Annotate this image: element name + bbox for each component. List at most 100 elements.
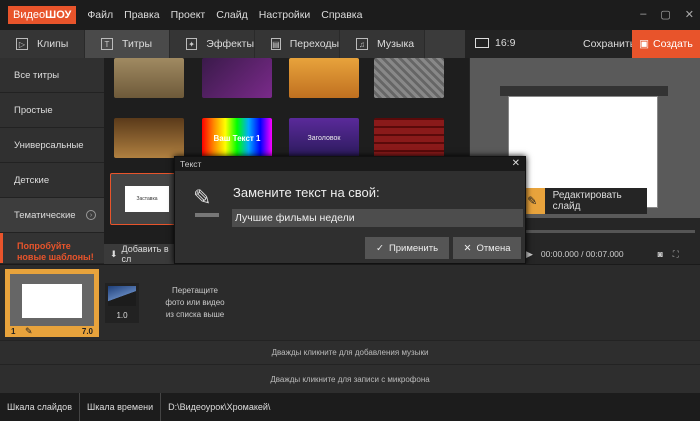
projector-screen-bar [500,86,668,96]
template-thumbnail[interactable] [202,58,272,98]
category-thematic[interactable]: Тематические › [0,198,104,233]
cancel-button[interactable]: ✕ Отмена [453,237,521,259]
top-right-panel: 16:9 Сохранить ▣ Создать [465,30,700,58]
arrow-down-icon: ⬇ [110,248,118,259]
template-thumbnail[interactable]: Заголовок [289,118,359,158]
thumbnail-caption: Заголовок [307,134,341,142]
apply-button[interactable]: ✓ Применить [365,237,449,259]
tab-label: Титры [122,38,153,50]
promo-new-templates[interactable]: Попробуйте новые шаблоны! [0,233,104,263]
drop-hint: Перетащите фото или видео из списка выше [150,285,240,321]
slide-strip: 1 ✎ 7.0 1.0 Перетащите фото или видео из… [0,264,700,340]
close-icon[interactable]: ✕ [685,8,694,21]
chevron-right-icon: › [86,210,96,220]
create-button[interactable]: ▣ Создать [632,30,700,58]
logo-text-a: Видео [13,9,46,21]
status-bar: Шкала слайдов Шкала времени D:\Видеоурок… [0,393,700,421]
dialog-close-icon[interactable]: ✕ [512,158,520,169]
dialog-title: Текст [175,157,525,171]
menu-slide[interactable]: Слайд [216,9,248,21]
mic-track-hint: Дважды кликните для записи с микрофона [270,374,430,384]
template-thumbnail[interactable] [114,118,184,158]
fullscreen-icon[interactable]: ⛶ [673,249,679,260]
maximize-icon[interactable]: ▢ [660,8,670,21]
category-simple[interactable]: Простые [0,93,104,128]
slide-thumbnail [10,274,94,326]
music-track[interactable]: Дважды кликните для добавления музыки [0,340,700,364]
transition-card[interactable]: 1.0 [105,283,139,323]
template-thumbnail[interactable] [374,58,444,98]
thumbnail-caption: Заставка [125,186,169,212]
app-logo: ВидеоШОУ [8,6,77,24]
thumbnail-caption: Ваш Текст 1 [213,133,261,143]
cancel-label: Отмена [476,242,511,254]
transitions-icon: ▤ [271,38,281,50]
create-label: Создать [653,38,693,50]
tab-transitions[interactable]: ▤ Переходы [255,30,340,58]
tab-effects[interactable]: ✦ Эффекты [170,30,255,58]
menu-help[interactable]: Справка [321,9,362,21]
title-text-input[interactable] [232,209,523,227]
pencil-icon[interactable]: ✎ [25,326,33,337]
tab-bar: ▷ Клипы T Титры ✦ Эффекты ▤ Переходы ♫ Музыка [0,30,465,58]
menu-settings[interactable]: Настройки [259,9,311,21]
template-thumbnail[interactable] [114,58,184,98]
category-list: Все титры Простые Универсальные Детские … [0,58,104,263]
menu-file[interactable]: Файл [87,9,113,21]
play-icon[interactable]: ▶ [526,249,533,260]
promo-line: новые шаблоны! [17,252,94,262]
aspect-ratio-label: 16:9 [495,37,516,49]
tab-music[interactable]: ♫ Музыка [340,30,425,58]
tab-label: Эффекты [206,38,254,50]
template-thumbnail[interactable]: Ваш Текст 1 [202,118,272,158]
tab-label: Музыка [377,38,415,50]
timeline-view-tab[interactable]: Шкала времени [80,393,162,421]
camera-icon[interactable]: ◙ [658,249,663,259]
clips-icon: ▷ [16,38,28,50]
playback-scrubber[interactable] [525,230,695,233]
app-window: ВидеоШОУ Файл Правка Проект Слайд Настро… [0,0,700,421]
underline-bar [195,213,219,217]
film-icon: ▣ [639,38,649,50]
window-controls: – ▢ ✕ [640,8,694,21]
template-thumbnail-selected[interactable]: Заставка [110,173,180,225]
menu-project[interactable]: Проект [171,9,206,21]
text-dialog: Текст ✕ ✎ Замените текст на свой: ✓ Приме… [174,156,526,264]
close-icon: ✕ [463,242,472,254]
category-universal[interactable]: Универсальные [0,128,104,163]
titles-icon: T [101,38,113,50]
template-thumbnail[interactable] [374,118,444,158]
slides-view-tab[interactable]: Шкала слайдов [0,393,80,421]
transition-thumbnail [108,286,136,306]
logo-text-b: ШОУ [45,9,72,21]
slide-duration: 7.0 [81,327,93,336]
template-thumbnail[interactable] [289,58,359,98]
mic-track[interactable]: Дважды кликните для записи с микрофона [0,364,700,393]
add-label: Добавить в сл [121,244,169,264]
pencil-icon: ✎ [193,185,223,217]
tab-label: Переходы [289,38,339,50]
timecode: 00:00.000 / 00:07.000 [540,249,624,259]
music-track-hint: Дважды кликните для добавления музыки [271,348,429,357]
category-label: Тематические [14,209,76,221]
tab-clips[interactable]: ▷ Клипы [0,30,85,58]
slide-number: 1 [11,327,16,336]
tab-label: Клипы [37,38,69,50]
edit-slide-button[interactable]: ✎ Редактировать слайд [520,188,647,214]
menu-edit[interactable]: Правка [124,9,159,21]
effects-icon: ✦ [186,38,198,50]
add-to-slide-button[interactable]: ⬇ Добавить в сл [104,244,174,264]
music-icon: ♫ [356,38,368,50]
project-path: D:\Видеоурок\Хромакей\ [168,402,271,412]
slide-card[interactable]: 1 ✎ 7.0 [5,269,99,337]
save-button[interactable]: Сохранить [583,38,635,50]
dialog-prompt: Замените текст на свой: [233,185,380,200]
category-kids[interactable]: Детские [0,163,104,198]
aspect-ratio-button[interactable]: 16:9 [475,37,515,49]
minimize-icon[interactable]: – [640,8,646,21]
category-all-titles[interactable]: Все титры [0,58,104,93]
promo-line: Попробуйте [17,241,71,251]
tab-titles[interactable]: T Титры [85,30,170,58]
transition-duration: 1.0 [116,311,128,320]
hint-line: из списка выше [165,310,225,319]
